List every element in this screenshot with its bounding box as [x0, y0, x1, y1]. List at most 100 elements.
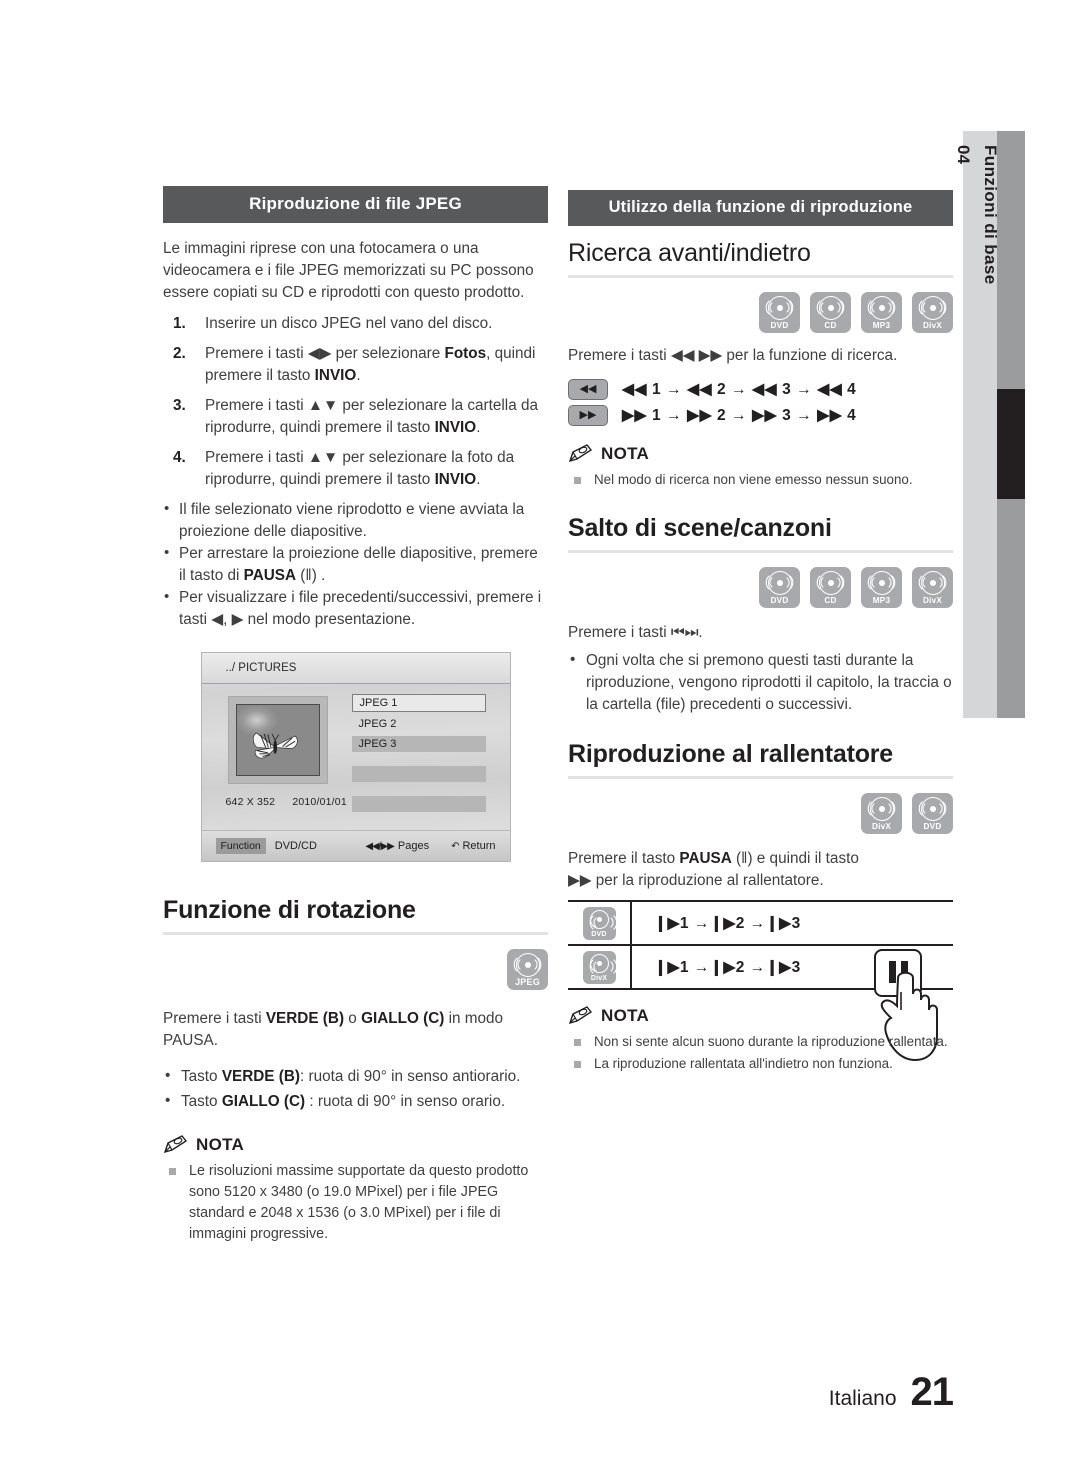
prev-next-icon: ◀◀/▶▶	[365, 841, 395, 852]
pencil-note-icon	[568, 1006, 593, 1025]
osd-pages-control[interactable]: ◀◀/▶▶ Pages	[365, 840, 429, 852]
section-bar-playback: Utilizzo della funzione di riproduzione	[568, 190, 953, 226]
pencil-note-icon	[163, 1135, 188, 1154]
rotation-bullet: Tasto VERDE (B): ruota di 90° in senso a…	[163, 1065, 548, 1088]
disc-badge-cd: CD	[810, 292, 851, 333]
search-keycap[interactable]: ▶▶	[568, 405, 608, 426]
nota-title: NOTA	[601, 1006, 650, 1025]
osd-file-item[interactable]: JPEG 3	[351, 736, 486, 752]
page-footer: Italiano 21	[0, 1370, 1025, 1415]
search-badges: DVD CD MP3 DivX	[568, 292, 953, 333]
search-key-row: ◀◀ ◀◀ 1 → ◀◀ 2 → ◀◀ 3 → ◀◀ 4	[568, 379, 953, 400]
osd-screenshot: ../ PICTURES 642 X 352 2010/01/01 JPEG 1…	[200, 652, 511, 862]
slow-row-sequence: ❙▶1 →❙▶2 →❙▶3	[654, 914, 801, 932]
disc-badge-dvd: DVD	[912, 793, 953, 834]
osd-resolution: 642 X 352	[225, 796, 276, 808]
disc-badge-label: DivX	[590, 974, 608, 982]
osd-file-list: JPEG 1 JPEG 2 JPEG 3	[351, 694, 486, 816]
osd-date: 2010/01/01	[292, 796, 347, 808]
osd-file-item-empty	[351, 796, 486, 812]
slow-heading: Riproduzione al rallentatore	[568, 740, 894, 768]
disc-badge-jpeg: JPEG	[507, 949, 548, 990]
nota-title: NOTA	[196, 1135, 245, 1154]
disc-badge-label: DVD	[770, 321, 789, 330]
disc-badge-mp3: MP3	[861, 567, 902, 608]
search-key-sequence: ◀◀ 1 → ◀◀ 2 → ◀◀ 3 → ◀◀ 4	[622, 381, 857, 398]
disc-waves-icon	[513, 957, 542, 972]
search-nota-list: Nel modo di ricerca non viene emesso nes…	[568, 470, 953, 490]
disc-badge-mp3: MP3	[861, 292, 902, 333]
jpeg-step: 4. Premere i tasti ▲▼ per selezionare la …	[173, 449, 515, 488]
jpeg-steps-list: 1. Inserire un disco JPEG nel vano del di…	[163, 313, 548, 491]
osd-file-item-empty	[351, 766, 486, 782]
disc-badge-label: DivX	[922, 596, 942, 605]
slow-rule	[568, 776, 953, 779]
slow-badges: DivX DVD	[568, 793, 953, 834]
disc-badge-label: MP3	[872, 321, 891, 330]
pencil-note-icon	[568, 444, 593, 463]
rotation-instruction: Premere i tasti VERDE (B) o GIALLO (C) i…	[163, 1010, 504, 1049]
rotation-heading: Funzione di rotazione	[163, 896, 416, 924]
skip-instruction: Premere i tasti ⏮⏭.	[568, 624, 703, 641]
skip-rule	[568, 550, 953, 553]
osd-return-label: Return	[462, 840, 496, 852]
right-column: Utilizzo della funzione di riproduzione …	[568, 190, 953, 1076]
chapter-tab-label: 04 Funzioni di base	[954, 131, 1000, 718]
osd-file-item[interactable]: JPEG 2	[352, 716, 486, 732]
skip-bullets: Ogni volta che si premono questi tasti d…	[568, 649, 953, 716]
slow-row-sequence: ❙▶1 →❙▶2 →❙▶3	[654, 958, 801, 976]
jpeg-sub-bullet: Il file selezionato viene riprodotto e v…	[163, 498, 548, 542]
osd-source-label: DVD/CD	[274, 840, 317, 852]
search-instruction: Premere i tasti ◀◀ ▶▶ per la funzione di…	[568, 347, 898, 364]
section-bar-jpeg: Riproduzione di file JPEG	[163, 186, 548, 223]
rotation-badges: JPEG	[163, 949, 548, 990]
jpeg-sub-bullets: Il file selezionato viene riprodotto e v…	[163, 498, 548, 630]
search-keycap[interactable]: ◀◀	[568, 379, 608, 400]
search-key-rows: ◀◀ ◀◀ 1 → ◀◀ 2 → ◀◀ 3 → ◀◀ 4 ▶▶ ▶▶ 1 → ▶▶ 2…	[568, 379, 953, 426]
disc-badge-divx: DivX	[861, 793, 902, 834]
disc-badge-cd: CD	[810, 567, 851, 608]
butterfly-icon	[252, 732, 298, 759]
disc-waves-icon	[918, 575, 947, 590]
disc-waves-icon	[867, 801, 896, 816]
disc-badge-dvd: DVD	[582, 906, 617, 940]
rotation-bullet: Tasto GIALLO (C) : ruota di 90° in senso…	[163, 1090, 548, 1113]
nota-item: Non si sente alcun suono durante la ripr…	[568, 1032, 953, 1052]
disc-waves-icon	[867, 300, 896, 315]
osd-image-meta: 642 X 352 2010/01/01	[226, 796, 361, 808]
step-number: 3.	[173, 397, 186, 414]
jpeg-step: 2. Premere i tasti ◀▶ per selezionare Fot…	[173, 345, 536, 384]
search-key-sequence: ▶▶ 1 → ▶▶ 2 → ▶▶ 3 → ▶▶ 4	[622, 407, 857, 424]
search-key-row: ▶▶ ▶▶ 1 → ▶▶ 2 → ▶▶ 3 → ▶▶ 4	[568, 405, 953, 426]
nota-header: NOTA	[568, 444, 953, 464]
osd-pages-label: Pages	[397, 840, 430, 852]
osd-file-item[interactable]: JPEG 1	[351, 694, 486, 712]
disc-waves-icon	[589, 958, 617, 974]
rotation-rule	[163, 932, 548, 935]
disc-badge-label: CD	[824, 596, 837, 605]
slow-instruction: Premere il tasto PAUSA (‖) e quindi il t…	[568, 850, 859, 889]
osd-path-bar: ../ PICTURES	[201, 653, 510, 684]
slow-speed-row: DVD ❙▶1 →❙▶2 →❙▶3	[568, 902, 953, 946]
chapter-progress-marker	[997, 389, 1025, 499]
nota-item: Le risoluzioni massime supportate da que…	[163, 1161, 548, 1245]
disc-waves-icon	[816, 300, 845, 315]
osd-function-badge[interactable]: Function	[215, 838, 266, 854]
nota-header: NOTA	[163, 1135, 548, 1155]
rotation-nota-list: Le risoluzioni massime supportate da que…	[163, 1161, 548, 1245]
footer-page-number: 21	[910, 1370, 954, 1414]
step-number: 1.	[173, 315, 186, 332]
disc-waves-icon	[765, 300, 794, 315]
nota-item: Nel modo di ricerca non viene emesso nes…	[568, 470, 953, 490]
disc-badge-label: DVD	[923, 822, 942, 831]
disc-waves-icon	[589, 914, 617, 930]
disc-waves-icon	[816, 575, 845, 590]
disc-badge-label: DivX	[871, 822, 891, 831]
search-nota: NOTA Nel modo di ricerca non viene emess…	[568, 444, 953, 490]
osd-body: 642 X 352 2010/01/01 JPEG 1 JPEG 2 JPEG 3	[202, 684, 510, 830]
slow-row-badge-cell: DVD	[568, 902, 632, 944]
jpeg-step: 3. Premere i tasti ▲▼ per selezionare la …	[173, 397, 538, 436]
disc-waves-icon	[918, 801, 947, 816]
manual-page: 04 Funzioni di base Riproduzione di file…	[0, 0, 1080, 1476]
osd-return-control[interactable]: ↶ Return	[451, 840, 495, 852]
